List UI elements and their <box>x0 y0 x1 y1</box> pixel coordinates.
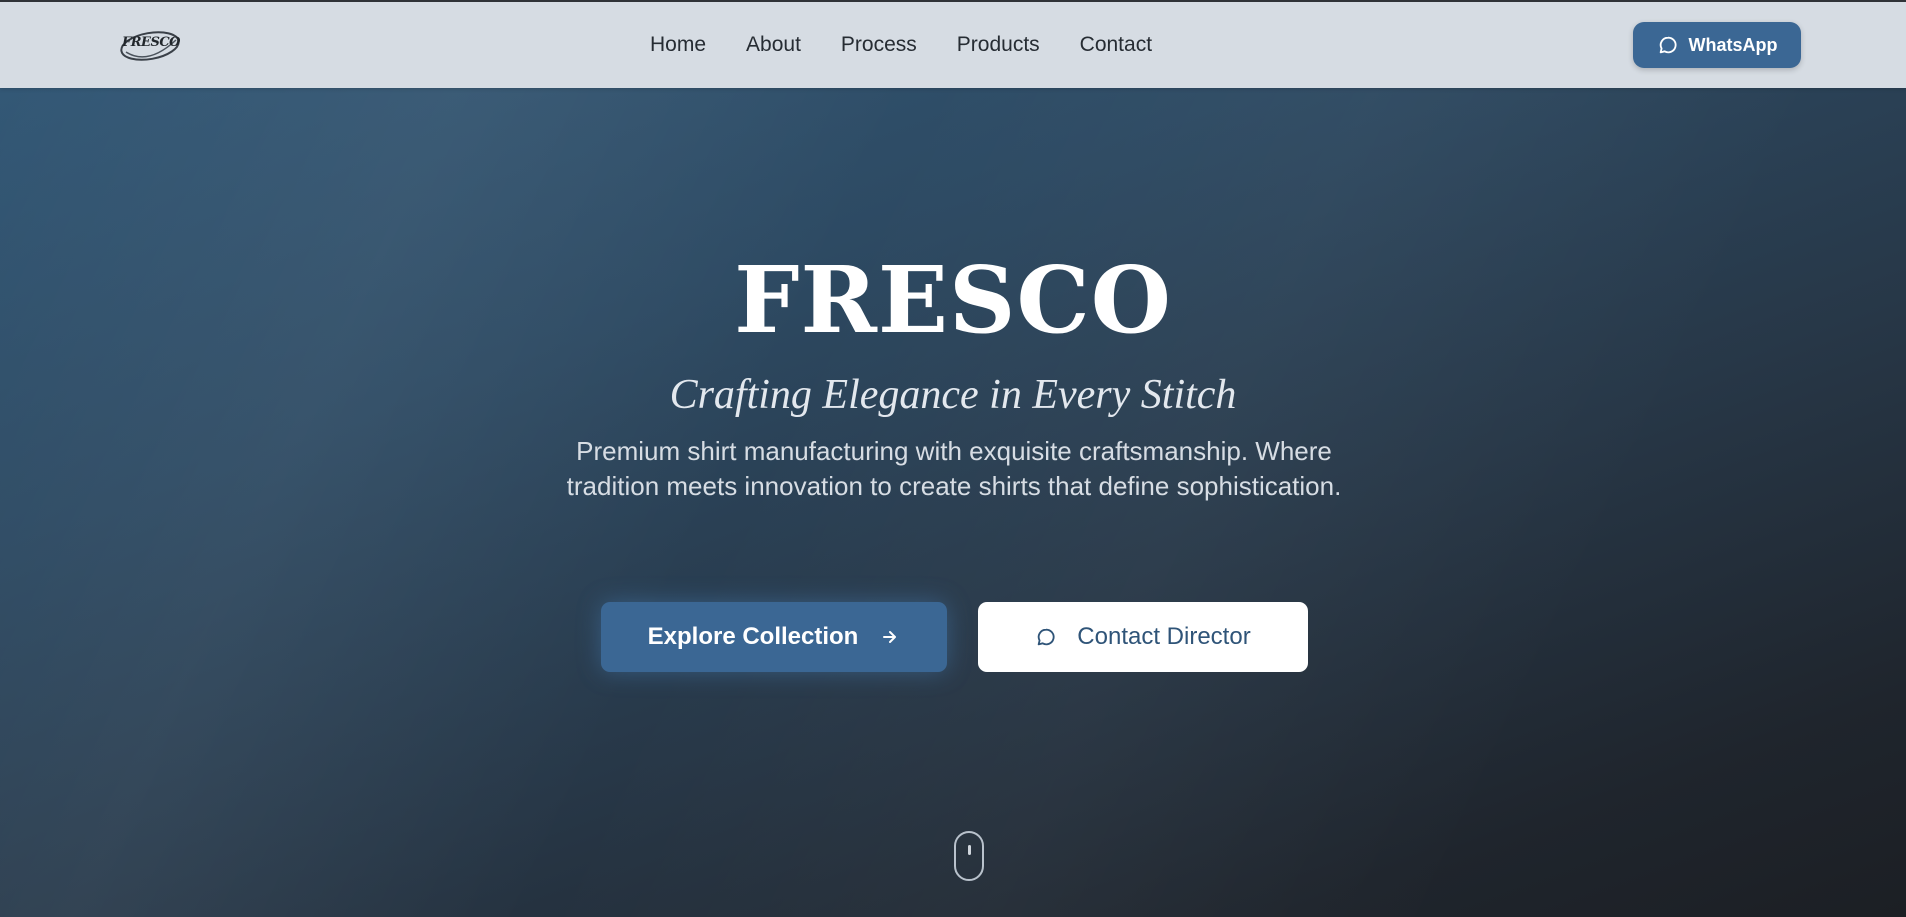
nav-products[interactable]: Products <box>957 32 1040 58</box>
mouse-scroll-icon[interactable] <box>954 831 984 881</box>
contact-director-button[interactable]: Contact Director <box>978 602 1308 672</box>
site-header: FRESCO Home About Process Products Conta… <box>0 0 1906 88</box>
chat-bubble-icon <box>1657 34 1679 56</box>
nav-process[interactable]: Process <box>841 32 917 58</box>
whatsapp-label: WhatsApp <box>1688 34 1778 55</box>
explore-collection-label: Explore Collection <box>647 623 859 650</box>
nav-contact[interactable]: Contact <box>1080 32 1152 58</box>
fresco-logo[interactable]: FRESCO <box>118 26 182 66</box>
main-nav: Home About Process Products Contact <box>650 32 1192 58</box>
hero-description: Premium shirt manufacturing with exquisi… <box>566 436 1342 501</box>
chat-bubble-icon <box>1035 626 1057 648</box>
explore-collection-button[interactable]: Explore Collection <box>601 602 947 672</box>
arrow-right-icon <box>880 627 900 647</box>
hero-brand-title: FRESCO <box>734 246 1172 354</box>
nav-about[interactable]: About <box>746 32 801 58</box>
nav-home[interactable]: Home <box>650 32 706 58</box>
hero-tagline: Crafting Elegance in Every Stitch <box>669 372 1237 418</box>
logo-wordmark: FRESCO <box>122 35 181 50</box>
whatsapp-button[interactable]: WhatsApp <box>1633 22 1801 68</box>
hero-section: FRESCO Crafting Elegance in Every Stitch… <box>0 88 1906 917</box>
scroll-wheel <box>968 845 971 855</box>
contact-director-label: Contact Director <box>1077 623 1251 650</box>
